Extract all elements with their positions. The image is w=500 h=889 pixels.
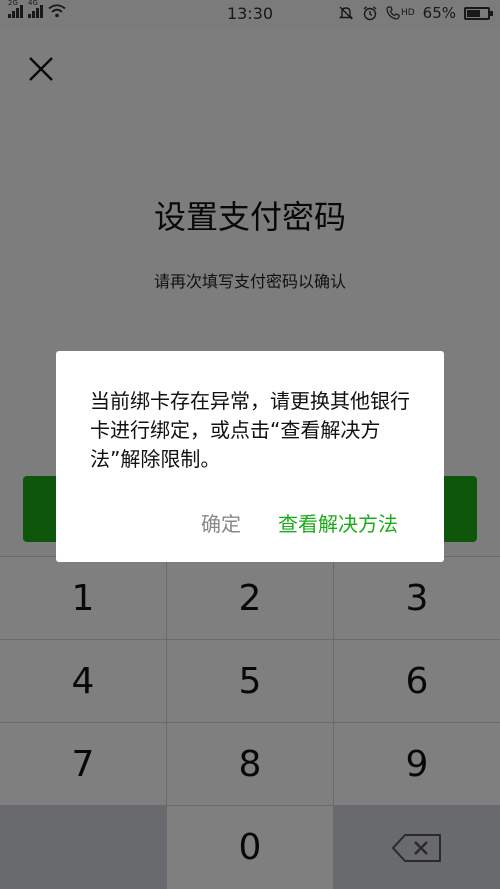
confirm-button[interactable]: 确定	[201, 508, 241, 537]
view-solution-button[interactable]: 查看解决方法	[278, 508, 398, 537]
alert-dialog: 当前绑卡存在异常，请更换其他银行卡进行绑定，或点击“查看解决方法”解除限制。 确…	[56, 351, 444, 562]
dialog-message: 当前绑卡存在异常，请更换其他银行卡进行绑定，或点击“查看解决方法”解除限制。	[90, 389, 410, 471]
